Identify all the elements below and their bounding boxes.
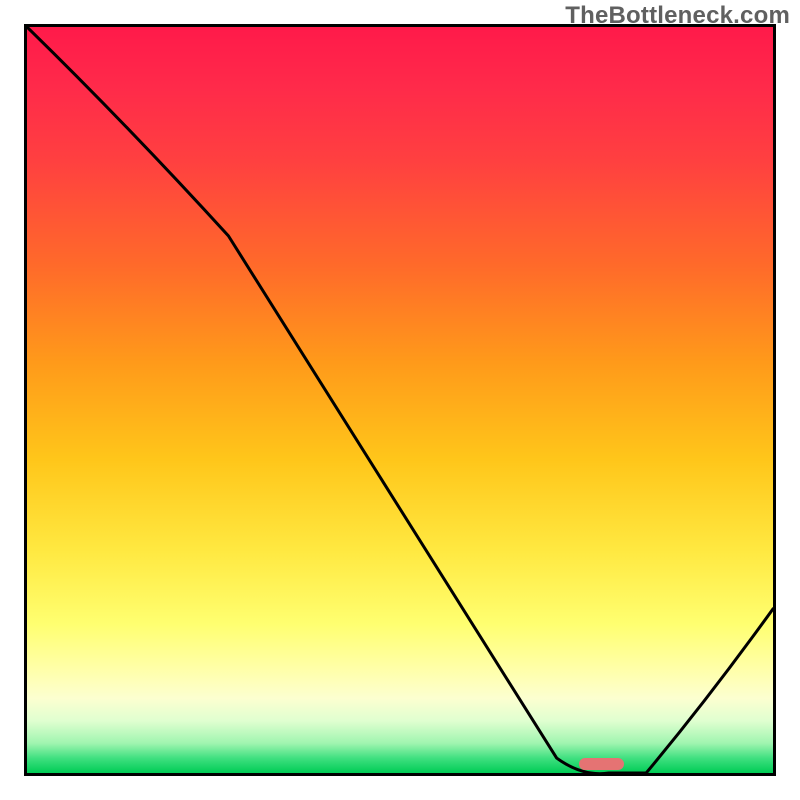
- watermark-text: TheBottleneck.com: [565, 2, 790, 30]
- optimal-marker: [579, 758, 624, 770]
- plot-frame: [24, 24, 776, 776]
- curve-layer: [27, 27, 773, 773]
- chart-root: TheBottleneck.com: [0, 0, 800, 800]
- bottleneck-curve: [27, 27, 773, 773]
